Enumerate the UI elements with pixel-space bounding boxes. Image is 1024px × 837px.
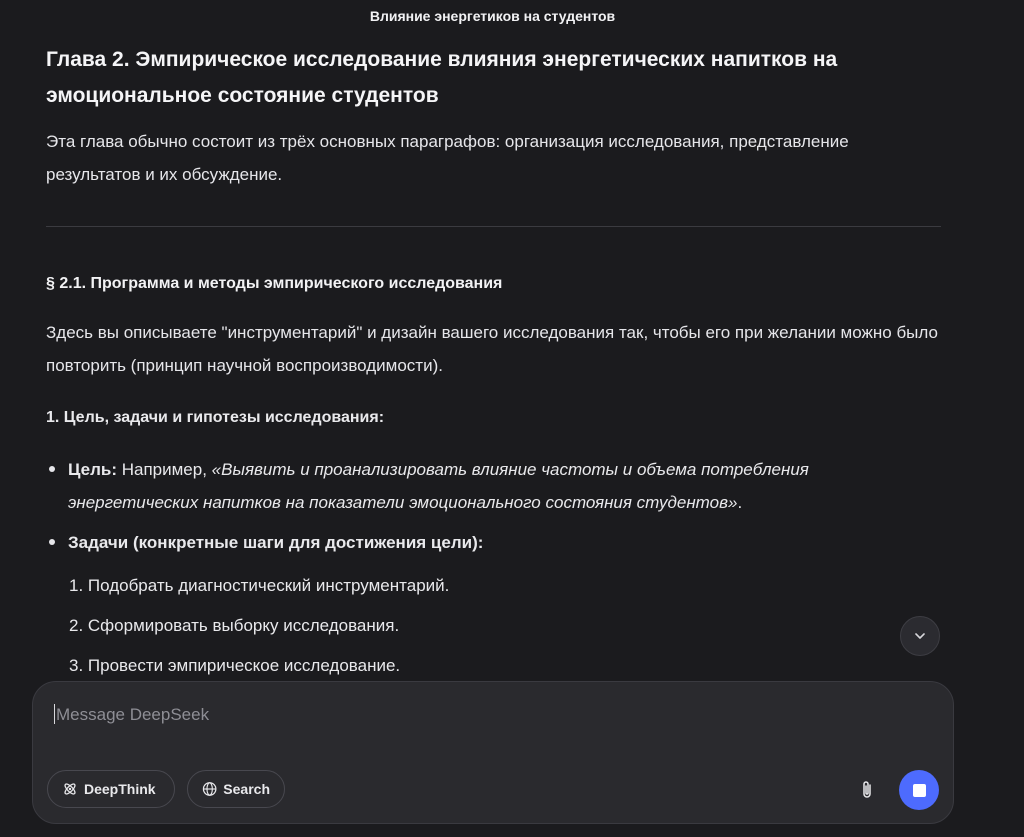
- stop-icon: [912, 783, 926, 797]
- message-composer: DeepThink Search: [32, 681, 954, 824]
- bullet-dot: [49, 466, 55, 472]
- deepthink-toggle[interactable]: DeepThink: [47, 770, 175, 808]
- scroll-to-bottom-button[interactable]: [900, 616, 940, 656]
- search-toggle[interactable]: Search: [187, 770, 285, 808]
- atom-icon: [64, 783, 76, 795]
- message-input[interactable]: [54, 699, 838, 731]
- stop-generation-button[interactable]: [899, 770, 939, 810]
- task-item: 1. Подобрать диагностический инструмента…: [69, 576, 450, 595]
- attach-button[interactable]: [855, 778, 879, 802]
- goal-suffix: .: [737, 493, 743, 512]
- tasks-list-item: Задачи (конкретные шаги для достижения ц…: [46, 526, 941, 559]
- task-item: 2. Сформировать выборку исследования.: [69, 616, 400, 635]
- assistant-message: Глава 2. Эмпирическое исследование влиян…: [46, 42, 941, 689]
- goal-prefix: Например,: [117, 460, 212, 479]
- intro-paragraph: Эта глава обычно состоит из трёх основны…: [46, 132, 849, 184]
- tasks-list: 1. Подобрать диагностический инструмента…: [46, 569, 941, 682]
- goal-list-item: Цель: Например, «Выявить и проанализиров…: [46, 453, 941, 519]
- tasks-label: Задачи (конкретные шаги для достижения ц…: [68, 533, 484, 552]
- goals-subheading: 1. Цель, задачи и гипотезы исследования:: [46, 409, 385, 426]
- task-item: 3. Провести эмпирическое исследование.: [69, 656, 401, 675]
- goal-label: Цель:: [68, 460, 117, 479]
- chevron-down-icon: [915, 633, 925, 639]
- section-paragraph: Здесь вы описываете "инструментарий" и д…: [46, 323, 938, 375]
- deepthink-label: DeepThink: [84, 781, 156, 797]
- section-title: § 2.1. Программа и методы эмпирического …: [46, 275, 503, 292]
- text-caret: [54, 704, 55, 724]
- search-label: Search: [223, 781, 270, 797]
- globe-icon: [202, 782, 217, 796]
- bullet-dot: [49, 539, 55, 545]
- chat-page: Влияние энергетиков на студентов Глава 2…: [0, 0, 1024, 837]
- chat-title: Влияние энергетиков на студентов: [369, 8, 616, 24]
- divider: [46, 226, 941, 227]
- paperclip-icon: [863, 781, 871, 798]
- message-heading: Глава 2. Эмпирическое исследование влиян…: [46, 48, 838, 107]
